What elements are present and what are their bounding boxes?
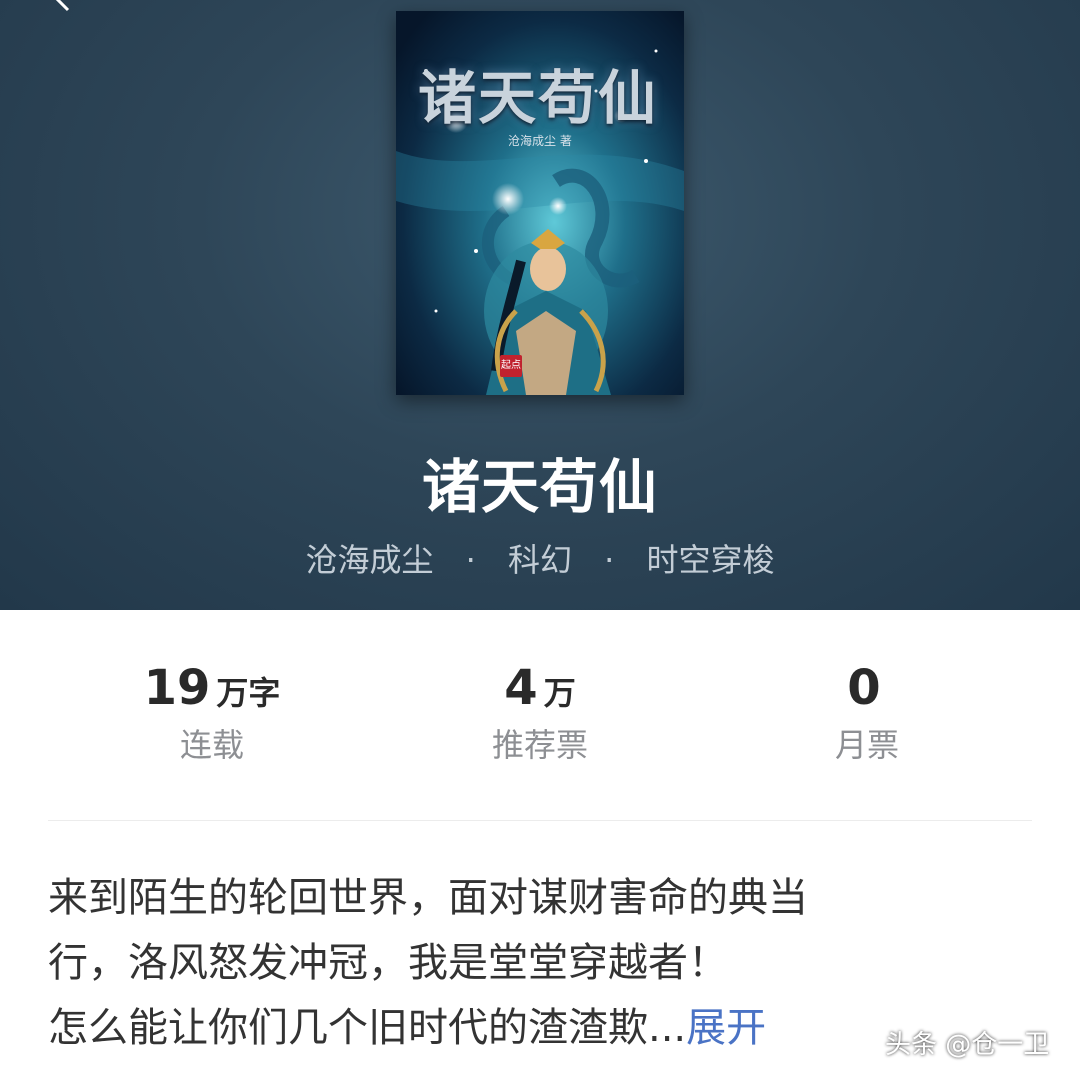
book-stats: 19 万字 连载 4万 推荐票 0 月票 [0, 660, 1080, 790]
stat-value: 0 [847, 660, 881, 716]
book-cover[interactable]: 诸天苟仙 沧海成尘 著 起点 [396, 11, 684, 395]
stat-label: 月票 [834, 726, 899, 764]
stat-word-count: 19 万字 连载 [62, 660, 362, 766]
book-description[interactable]: 来到陌生的轮回世界，面对谋财害命的典当 行，洛风怒发冲冠，我是堂堂穿越者！ 怎么… [48, 866, 1008, 1061]
stat-unit: 万 [543, 674, 576, 712]
book-header: 诸天苟仙 沧海成尘 著 起点 诸天苟仙 沧海成尘 · 科幻 · 时空穿梭 [0, 0, 1080, 610]
meta-separator: · [465, 541, 476, 579]
expand-link[interactable]: 展开 [686, 1005, 766, 1051]
description-line: 来到陌生的轮回世界，面对谋财害命的典当 [48, 875, 808, 921]
subcategory-link[interactable]: 时空穿梭 [647, 541, 775, 579]
stat-label: 推荐票 [491, 726, 588, 764]
stat-unit: 万字 [216, 674, 281, 712]
category-link[interactable]: 科幻 [508, 541, 572, 579]
description-line: 怎么能让你们几个旧时代的渣渣欺... [48, 1005, 687, 1051]
description-line: 行，洛风怒发冲冠，我是堂堂穿越者！ [48, 940, 728, 986]
book-meta: 沧海成尘 · 科幻 · 时空穿梭 [0, 535, 1080, 581]
cover-title: 诸天苟仙 [418, 64, 659, 132]
divider [48, 820, 1032, 821]
back-icon[interactable] [50, 0, 76, 12]
book-title: 诸天苟仙 [421, 453, 658, 521]
stat-value: 4 [504, 660, 538, 716]
stat-monthly-votes[interactable]: 0 月票 [717, 660, 1017, 766]
publisher-logo: 起点 [500, 355, 522, 377]
author-link[interactable]: 沧海成尘 [305, 541, 433, 579]
stat-recommend-votes[interactable]: 4万 推荐票 [390, 660, 690, 766]
stat-value: 19 [143, 660, 211, 716]
watermark: 头条 @仓一卫 [885, 1030, 1050, 1060]
stat-label: 连载 [179, 726, 244, 764]
cover-author: 沧海成尘 著 [508, 134, 572, 148]
meta-separator: · [604, 541, 615, 579]
